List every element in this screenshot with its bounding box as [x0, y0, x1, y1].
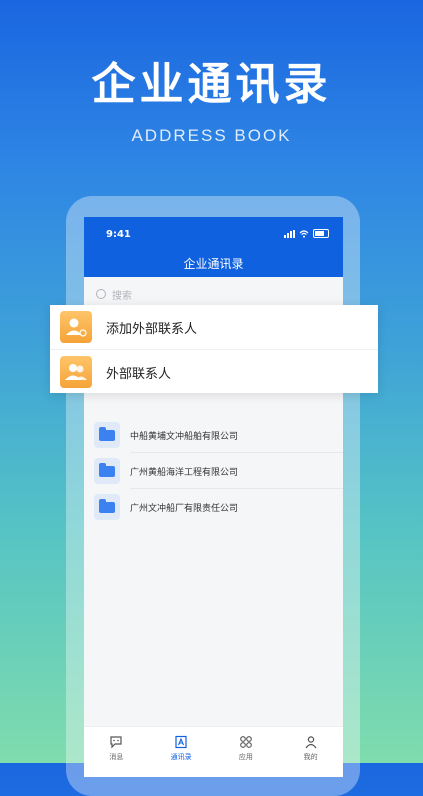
hero-title: 企业通讯录 [91, 59, 332, 110]
company-list: 中船黄埔文冲船舶有限公司 广州黄船海洋工程有限公司 广州文冲船厂有限责任公司 [84, 417, 343, 525]
external-contacts-item[interactable]: 外部联系人 [50, 349, 378, 394]
company-name: 广州文冲船厂有限责任公司 [130, 503, 239, 514]
apps-icon [240, 736, 252, 748]
screen-title: 企业通讯录 [183, 257, 244, 271]
search-placeholder: 搜索 [112, 290, 132, 302]
popup-item-label: 外部联系人 [106, 366, 172, 382]
search-icon [96, 289, 106, 299]
status-time: 9:41 [106, 229, 131, 240]
tab-bar: 消息 通讯录 应用 我的 [84, 726, 343, 777]
company-row[interactable]: 广州黄船海洋工程有限公司 [84, 453, 343, 489]
tab-address-book[interactable]: 通讯录 [149, 727, 214, 777]
signal-icon [284, 229, 295, 238]
company-row[interactable]: 广州文冲船厂有限责任公司 [84, 489, 343, 525]
wifi-icon [299, 229, 309, 238]
status-icons [284, 229, 329, 238]
app-header: 9:41 企业通讯录 [84, 217, 343, 277]
add-contact-icon [60, 311, 92, 343]
search-input[interactable]: 搜索 [92, 283, 335, 305]
tab-label: 我的 [303, 753, 318, 761]
phone-screen: 9:41 企业通讯录 搜索 中船黄埔文冲船舶有限公司 广州黄船海洋工程有限公司 … [84, 217, 343, 777]
tab-label: 通讯录 [170, 753, 192, 761]
contacts-icon [60, 356, 92, 388]
address-book-icon [175, 735, 187, 749]
company-name: 中船黄埔文冲船舶有限公司 [130, 431, 239, 442]
company-row[interactable]: 中船黄埔文冲船舶有限公司 [84, 417, 343, 453]
folder-icon [94, 494, 120, 520]
folder-icon [94, 458, 120, 484]
popup-item-label: 添加外部联系人 [106, 321, 198, 337]
folder-icon [94, 422, 120, 448]
tab-me[interactable]: 我的 [278, 727, 343, 777]
user-icon [305, 736, 317, 749]
external-contacts-popup: 添加外部联系人 外部联系人 [50, 305, 378, 393]
hero-subtitle: ADDRESS BOOK [131, 126, 292, 145]
add-external-contact-item[interactable]: 添加外部联系人 [50, 305, 378, 349]
tab-label: 消息 [109, 753, 124, 761]
company-name: 广州黄船海洋工程有限公司 [130, 467, 239, 478]
battery-icon [313, 229, 329, 238]
tab-apps[interactable]: 应用 [214, 727, 279, 777]
message-icon [110, 736, 122, 749]
tab-messages[interactable]: 消息 [84, 727, 149, 777]
tab-label: 应用 [238, 753, 253, 761]
